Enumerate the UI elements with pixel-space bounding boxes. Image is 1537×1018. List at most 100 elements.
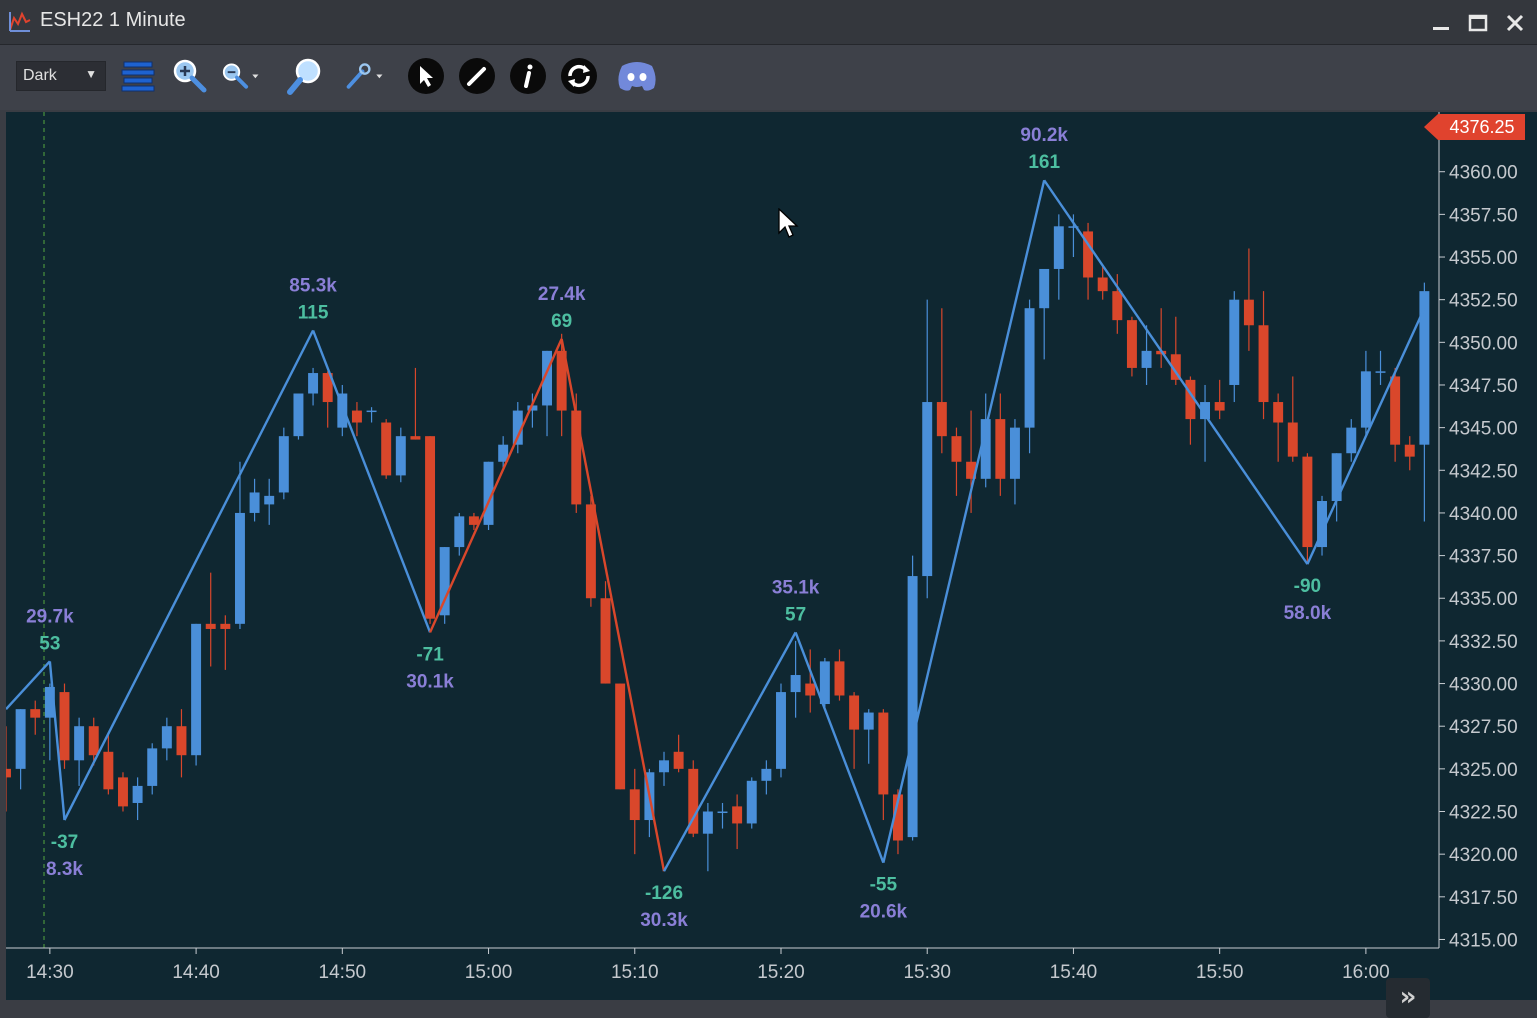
candle — [88, 717, 99, 766]
scroll-to-latest-button[interactable]: » — [1386, 978, 1430, 1018]
candle-body — [1390, 376, 1401, 445]
candle-body — [1024, 308, 1035, 428]
candle-body — [615, 683, 626, 790]
price-tick-label: 4345.00 — [1449, 419, 1518, 440]
time-tick-label: 14:30 — [26, 962, 74, 983]
candle-body — [1258, 325, 1269, 403]
candle — [673, 734, 684, 773]
price-tick-label: 4325.00 — [1449, 760, 1518, 781]
candle-body — [264, 495, 275, 505]
time-tick-label: 14:50 — [319, 962, 367, 983]
price-tick-label: 4342.50 — [1449, 461, 1518, 482]
candle-body — [1141, 350, 1152, 368]
zigzag-segment — [428, 338, 563, 633]
title-bar: ESH22 1 Minute — [0, 0, 1537, 45]
minimize-button[interactable] — [1428, 10, 1454, 36]
tools-icon[interactable] — [344, 56, 384, 96]
strip-bars-icon[interactable] — [118, 56, 158, 96]
price-tick-label: 4340.00 — [1449, 504, 1518, 525]
candle-body — [600, 598, 611, 684]
candle — [936, 308, 947, 454]
candle-body — [132, 785, 143, 803]
mouse-cursor-icon — [778, 208, 799, 238]
candle-body — [88, 726, 99, 756]
candle — [103, 734, 114, 795]
candle — [761, 760, 772, 795]
price-tick-label: 4357.50 — [1449, 205, 1518, 226]
price-tick-label: 4335.00 — [1449, 589, 1518, 610]
candle-body — [1346, 427, 1357, 454]
last-price-marker: 4376.25 — [1424, 114, 1525, 140]
candle-body — [1302, 456, 1313, 548]
candle — [863, 709, 874, 764]
candle — [1229, 291, 1240, 403]
candle-body — [1097, 277, 1108, 292]
candle — [629, 768, 640, 855]
candle-body — [454, 516, 465, 548]
maximize-button[interactable] — [1465, 10, 1491, 36]
refresh-icon[interactable] — [559, 56, 599, 96]
candle-body — [907, 576, 918, 838]
candle-body — [249, 492, 260, 513]
candle-body — [1229, 299, 1240, 385]
candlestick-chart[interactable]: 29.7k 53 -37 8.3k 85.3k 115 -71 30.1k 27.4k 69 -12… — [6, 112, 1537, 1000]
price-tick-label: 4352.50 — [1449, 291, 1518, 312]
time-tick-label: 15:00 — [465, 962, 513, 983]
candle — [220, 615, 231, 670]
candle — [30, 700, 41, 735]
info-icon[interactable] — [508, 56, 548, 96]
candle-body — [571, 410, 582, 505]
candle-body — [1243, 299, 1254, 326]
candle — [366, 407, 377, 423]
candle-body — [790, 675, 801, 693]
pivot-delta-label: -37 — [51, 832, 78, 853]
candle-body — [6, 768, 11, 778]
zoom-in-icon[interactable] — [170, 56, 210, 96]
pivot-delta-label: -71 — [416, 644, 444, 665]
candle — [849, 692, 860, 769]
price-tick-label: 4330.00 — [1449, 675, 1518, 696]
zoom-out-icon[interactable] — [220, 56, 260, 96]
candle — [205, 572, 216, 667]
pivot-volume-label: 35.1k — [772, 577, 820, 598]
candle — [600, 581, 611, 684]
candle — [118, 772, 128, 812]
candle — [278, 427, 289, 500]
candle — [132, 777, 143, 821]
candle-body — [425, 436, 436, 619]
candle-body — [147, 748, 158, 786]
candle-body — [381, 422, 392, 476]
candle-body — [74, 726, 85, 761]
candle-body — [191, 623, 202, 756]
candle-body — [220, 623, 231, 629]
candle — [191, 623, 202, 766]
price-tick-label: 4355.00 — [1449, 248, 1518, 269]
pivot-volume-label: 27.4k — [538, 284, 586, 305]
candle — [922, 299, 933, 599]
theme-dropdown[interactable]: Dark ▼ — [16, 61, 106, 91]
last-price-label: 4376.25 — [1449, 117, 1514, 137]
magnifier-icon[interactable] — [286, 56, 326, 96]
chart-area[interactable]: 29.7k 53 -37 8.3k 85.3k 115 -71 30.1k 27.4k 69 -12… — [6, 112, 1537, 1018]
candle-body — [717, 811, 728, 814]
candle — [1068, 214, 1079, 258]
zigzag-segment — [6, 660, 51, 710]
candle — [1360, 350, 1371, 437]
candle — [1346, 419, 1357, 462]
time-tick-label: 14:40 — [172, 962, 220, 983]
candle — [1053, 214, 1064, 300]
pivot-delta-label: -126 — [645, 883, 683, 904]
close-button[interactable] — [1502, 10, 1528, 36]
candle-body — [293, 393, 304, 437]
pointer-icon[interactable] — [406, 56, 446, 96]
discord-icon[interactable] — [614, 56, 660, 96]
candle — [381, 419, 392, 479]
candle-body — [1214, 402, 1225, 411]
candle-body — [176, 726, 187, 756]
candle-body — [805, 683, 816, 696]
candle — [746, 777, 757, 829]
candle — [147, 743, 158, 795]
candle-body — [118, 777, 128, 807]
pencil-icon[interactable] — [457, 56, 497, 96]
pivot-volume-label: 8.3k — [46, 859, 83, 880]
